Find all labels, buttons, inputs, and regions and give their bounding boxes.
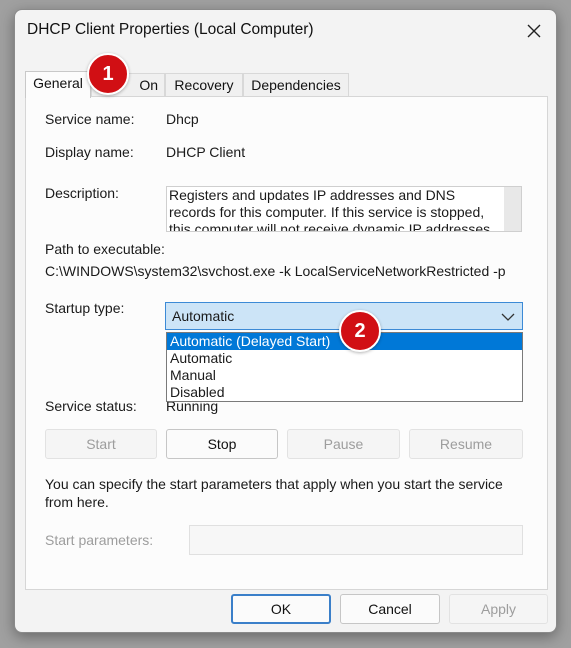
chevron-down-icon — [501, 313, 515, 321]
general-panel: Service name: Dhcp Display name: DHCP Cl… — [25, 96, 548, 590]
close-button[interactable] — [524, 21, 544, 41]
pause-button[interactable]: Pause — [287, 429, 400, 459]
start-params-help-text: You can specify the start parameters tha… — [45, 476, 503, 510]
description-label: Description: — [45, 185, 119, 201]
option-manual[interactable]: Manual — [167, 367, 522, 384]
display-name-label: Display name: — [45, 144, 134, 160]
title-bar: DHCP Client Properties (Local Computer) — [15, 10, 556, 52]
display-name-value: DHCP Client — [166, 144, 246, 160]
cancel-button[interactable]: Cancel — [340, 594, 440, 624]
start-parameters-label: Start parameters: — [45, 532, 154, 548]
start-parameters-input[interactable] — [189, 525, 523, 555]
service-name-label: Service name: — [45, 111, 135, 127]
resume-button[interactable]: Resume — [409, 429, 523, 459]
stop-button[interactable]: Stop — [166, 429, 278, 459]
description-box[interactable]: Registers and updates IP addresses and D… — [166, 186, 522, 232]
ok-button[interactable]: OK — [231, 594, 331, 624]
service-name-value: Dhcp — [166, 111, 199, 127]
description-text: Registers and updates IP addresses and D… — [169, 187, 491, 232]
service-status-label: Service status: — [45, 398, 137, 414]
start-button[interactable]: Start — [45, 429, 157, 459]
option-automatic[interactable]: Automatic — [167, 350, 522, 367]
window-title: DHCP Client Properties (Local Computer) — [27, 21, 314, 38]
startup-type-label: Startup type: — [45, 300, 125, 316]
option-disabled[interactable]: Disabled — [167, 384, 522, 401]
annotation-badge-1: 1 — [87, 53, 129, 95]
tab-dependencies[interactable]: Dependencies — [243, 73, 349, 97]
apply-button[interactable]: Apply — [449, 594, 548, 624]
tab-recovery[interactable]: Recovery — [165, 73, 243, 97]
description-scrollbar[interactable] — [504, 187, 521, 231]
path-label: Path to executable: — [45, 241, 165, 257]
annotation-badge-2: 2 — [339, 310, 381, 352]
tab-general[interactable]: General — [25, 71, 91, 98]
properties-dialog: DHCP Client Properties (Local Computer) … — [14, 9, 557, 633]
path-value: C:\WINDOWS\system32\svchost.exe -k Local… — [45, 263, 506, 279]
close-icon — [527, 24, 541, 38]
startup-type-value: Automatic — [172, 308, 235, 324]
